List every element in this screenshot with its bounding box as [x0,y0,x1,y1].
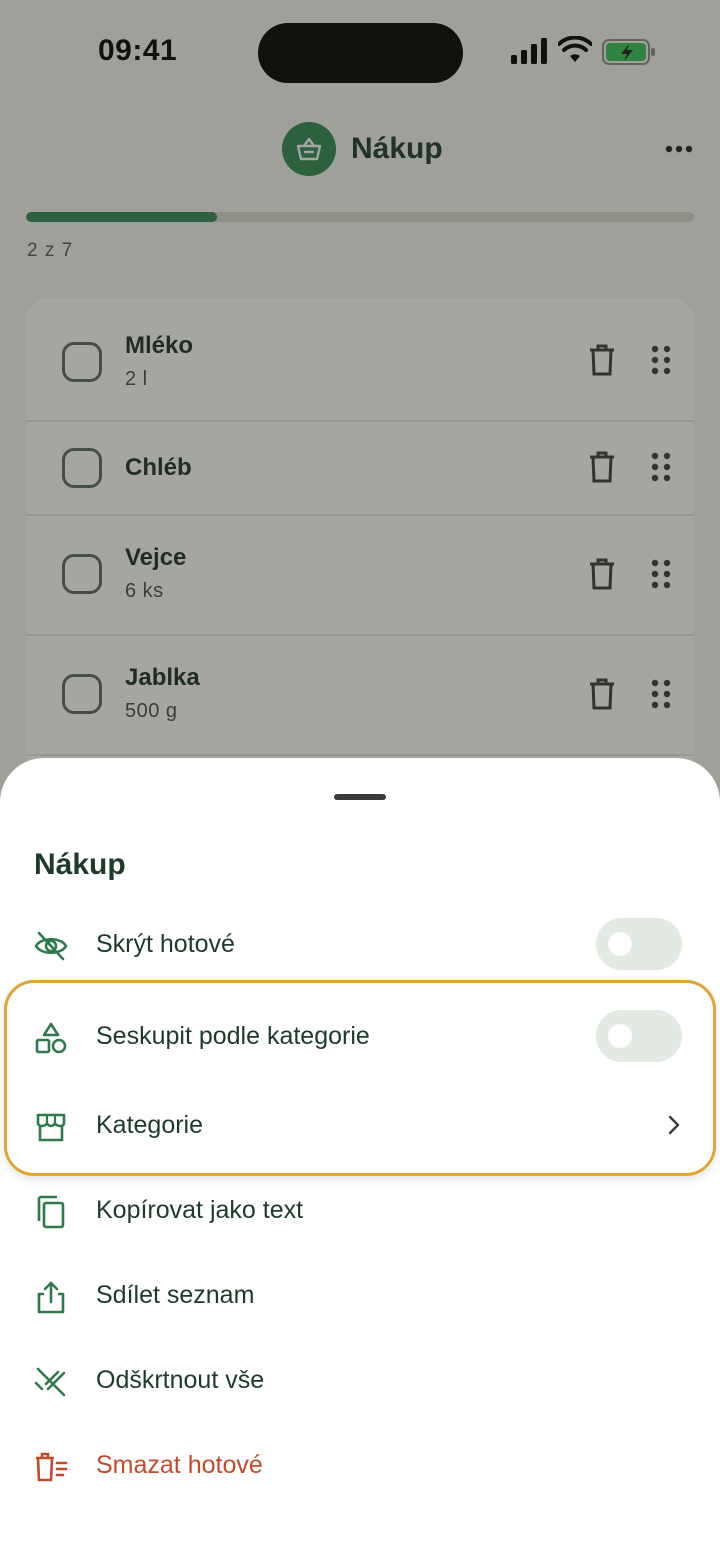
highlight-outline [4,980,716,1176]
share-icon [37,1281,65,1314]
sheet-drag-handle[interactable] [334,794,386,800]
option-copy-as-text[interactable]: Kopírovat jako text [0,1176,720,1246]
option-share-list[interactable]: Sdílet seznam [0,1261,720,1331]
option-delete-done[interactable]: Smazat hotové [0,1431,720,1501]
uncheck-all-icon [34,1367,66,1397]
hide-done-toggle[interactable] [596,918,682,970]
option-uncheck-all[interactable]: Odškrtnout vše [0,1346,720,1416]
delete-done-icon [36,1452,68,1482]
copy-icon [37,1195,65,1229]
sheet-title: Nákup [34,848,126,881]
option-label: Smazat hotové [96,1451,263,1479]
option-label: Odškrtnout vše [96,1366,265,1394]
toggle-knob [608,932,632,956]
option-label: Skrýt hotové [96,930,235,958]
option-label: Kopírovat jako text [96,1196,304,1224]
option-hide-done[interactable]: Skrýt hotové [0,910,720,980]
eye-off-icon [34,931,68,961]
option-label: Sdílet seznam [96,1281,255,1309]
